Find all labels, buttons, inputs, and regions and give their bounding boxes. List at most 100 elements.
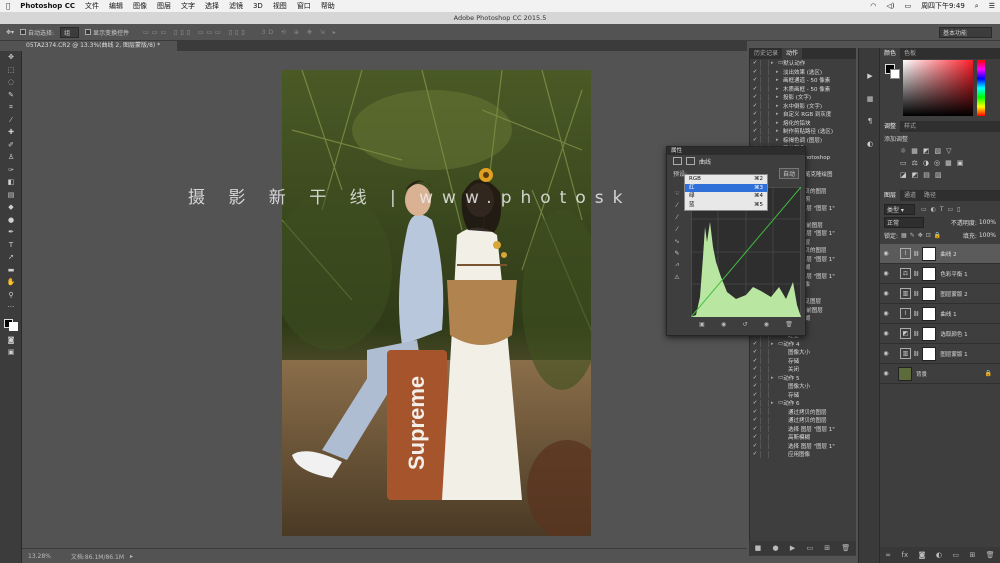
action-dialog-toggle[interactable]: [760, 76, 769, 84]
action-check-icon[interactable]: ✓: [750, 69, 760, 75]
action-dialog-toggle[interactable]: [760, 136, 769, 144]
action-row[interactable]: ✓ ▸ 投影 (文字): [750, 93, 856, 102]
menu-file[interactable]: 文件: [80, 1, 104, 11]
channel-rgb[interactable]: RGB ⌘2: [685, 175, 767, 184]
action-dialog-toggle[interactable]: [760, 416, 769, 424]
layer-row[interactable]: ◉ 背景 🔒: [880, 364, 1000, 384]
gradient-tool-icon[interactable]: ▤: [0, 189, 22, 202]
action-expand-icon[interactable]: ▸: [776, 69, 783, 75]
visibility-icon[interactable]: ◉: [764, 321, 769, 331]
opacity-value[interactable]: 100%: [979, 219, 996, 226]
mask-link-icon[interactable]: ⛓: [913, 291, 919, 297]
action-check-icon[interactable]: ✓: [750, 409, 760, 415]
action-check-icon[interactable]: ✓: [750, 443, 760, 449]
tab-color[interactable]: 颜色: [880, 48, 901, 59]
action-check-icon[interactable]: ✓: [750, 451, 760, 457]
action-dialog-toggle[interactable]: [760, 127, 769, 135]
action-row[interactable]: ✓ ▸ 熔化的铅块: [750, 119, 856, 128]
menu-image[interactable]: 图像: [128, 1, 152, 11]
action-expand-icon[interactable]: ▸: [776, 77, 783, 83]
action-expand-icon[interactable]: ▸: [776, 120, 783, 126]
pen-tool-icon[interactable]: ✒: [0, 226, 22, 239]
smooth-icon[interactable]: ⩘: [671, 259, 683, 271]
screen-mode-icon[interactable]: ▣: [0, 346, 22, 359]
zoom-level[interactable]: 13.28%: [28, 553, 51, 560]
wifi-icon[interactable]: ◠: [865, 2, 881, 10]
action-dialog-toggle[interactable]: [760, 374, 769, 382]
black-point-eyedropper-icon[interactable]: ⁄: [671, 199, 683, 211]
mask-link-icon[interactable]: ⛓: [913, 251, 919, 257]
action-expand-icon[interactable]: ▸: [776, 111, 783, 117]
menu-3d[interactable]: 3D: [248, 2, 268, 10]
show-transform-checkbox[interactable]: 显示变换控件: [85, 28, 129, 37]
paragraph-icon[interactable]: ¶: [859, 115, 881, 128]
layer-name[interactable]: 曲线 2: [940, 250, 956, 258]
action-expand-icon[interactable]: ▸: [776, 128, 783, 134]
action-check-icon[interactable]: ✓: [750, 111, 760, 117]
layer-row[interactable]: ◉ ◩ ⛓ 选取颜色 1: [880, 324, 1000, 344]
tab-styles[interactable]: 样式: [900, 121, 920, 132]
curves-mask-icon[interactable]: [686, 157, 695, 165]
layer-mask-thumbnail[interactable]: [922, 346, 937, 361]
action-row[interactable]: ✓ ▸ 水中倒影 (文字): [750, 102, 856, 111]
new-layer-icon[interactable]: ⊞: [969, 551, 975, 559]
action-check-icon[interactable]: ✓: [750, 400, 760, 406]
action-dialog-toggle[interactable]: [760, 399, 769, 407]
filter-kind-dropdown[interactable]: 类型 ▾: [884, 203, 915, 215]
new-group-icon[interactable]: ▭: [952, 551, 959, 559]
layer-row[interactable]: ◉ ⌇ ⛓ 曲线 1: [880, 304, 1000, 324]
play-icon[interactable]: ▶: [790, 544, 795, 552]
menu-select[interactable]: 选择: [200, 1, 224, 11]
layer-row[interactable]: ◉ ▥ ⛓ 图层蒙版 1: [880, 344, 1000, 364]
filter-icons[interactable]: ▭◐T▭▯: [921, 206, 965, 213]
action-dialog-toggle[interactable]: [760, 85, 769, 93]
link-layers-icon[interactable]: ∞: [885, 551, 891, 559]
action-dialog-toggle[interactable]: [760, 391, 769, 399]
status-arrow-icon[interactable]: ▸: [130, 553, 133, 560]
action-expand-icon[interactable]: ▸: [771, 60, 778, 66]
layer-mask-thumbnail[interactable]: [922, 266, 937, 281]
action-row[interactable]: ✓ 关闭: [750, 365, 856, 374]
menu-type[interactable]: 文字: [176, 1, 200, 11]
tab-layers[interactable]: 图层: [880, 190, 901, 201]
balance-adjustment-icon[interactable]: ⚖: [900, 268, 911, 279]
levels-adjustment-icon[interactable]: ▥: [900, 288, 911, 299]
action-check-icon[interactable]: ✓: [750, 392, 760, 398]
channel-green[interactable]: 绿 ⌘4: [685, 192, 767, 201]
auto-select-dropdown[interactable]: 组: [60, 26, 80, 38]
tab-actions[interactable]: 动作: [782, 48, 803, 59]
tab-adjustments[interactable]: 调整: [880, 121, 901, 132]
quick-mask-icon[interactable]: ◙: [0, 334, 22, 347]
action-dialog-toggle[interactable]: [760, 357, 769, 365]
auto-button[interactable]: 自动: [778, 167, 799, 179]
stop-icon[interactable]: ■: [755, 544, 762, 552]
history-brush-icon[interactable]: ✑: [0, 164, 22, 177]
layer-name[interactable]: 曲线 1: [940, 310, 956, 318]
on-image-adjust-icon[interactable]: ☜: [671, 187, 683, 199]
search-icon[interactable]: ⌕: [970, 2, 984, 11]
tab-channels[interactable]: 通道: [900, 190, 920, 201]
brush-tool-icon[interactable]: ✐: [0, 139, 22, 152]
auto-select-checkbox[interactable]: 自动选择:: [20, 28, 54, 37]
eyedropper-tool-icon[interactable]: ⁄: [0, 114, 22, 127]
action-expand-icon[interactable]: ▸: [771, 375, 778, 381]
layer-mask-thumbnail[interactable]: [922, 306, 937, 321]
visibility-eye-icon[interactable]: ◉: [880, 290, 892, 297]
layer-name[interactable]: 图层蒙版 1: [940, 350, 967, 358]
path-select-icon[interactable]: ➚: [0, 251, 22, 264]
move-tool-icon[interactable]: ✥▾: [6, 29, 14, 36]
channel-red[interactable]: 红 ⌘3: [685, 183, 767, 192]
action-dialog-toggle[interactable]: [760, 433, 769, 441]
menu-list-icon[interactable]: ☰: [984, 2, 1000, 10]
action-row[interactable]: ✓ 图像大小: [750, 382, 856, 391]
layer-mask-thumbnail[interactable]: [922, 326, 937, 341]
3d-mode-icons[interactable]: 3D ⟲ ⊕ ✥ ⇲ ▸: [262, 29, 339, 36]
levels-adjustment-icon[interactable]: ▥: [900, 348, 911, 359]
action-row[interactable]: ✓ ▸ 制作剪贴路径 (选区): [750, 127, 856, 136]
action-check-icon[interactable]: ✓: [750, 358, 760, 364]
tab-history[interactable]: 历史记录: [750, 48, 782, 59]
action-row[interactable]: ✓ ▸ 自定义 RGB 到灰度: [750, 110, 856, 119]
layer-name[interactable]: 图层蒙版 2: [940, 290, 967, 298]
menu-help[interactable]: 帮助: [316, 1, 340, 11]
action-row[interactable]: ✓ 应用图像: [750, 450, 856, 459]
